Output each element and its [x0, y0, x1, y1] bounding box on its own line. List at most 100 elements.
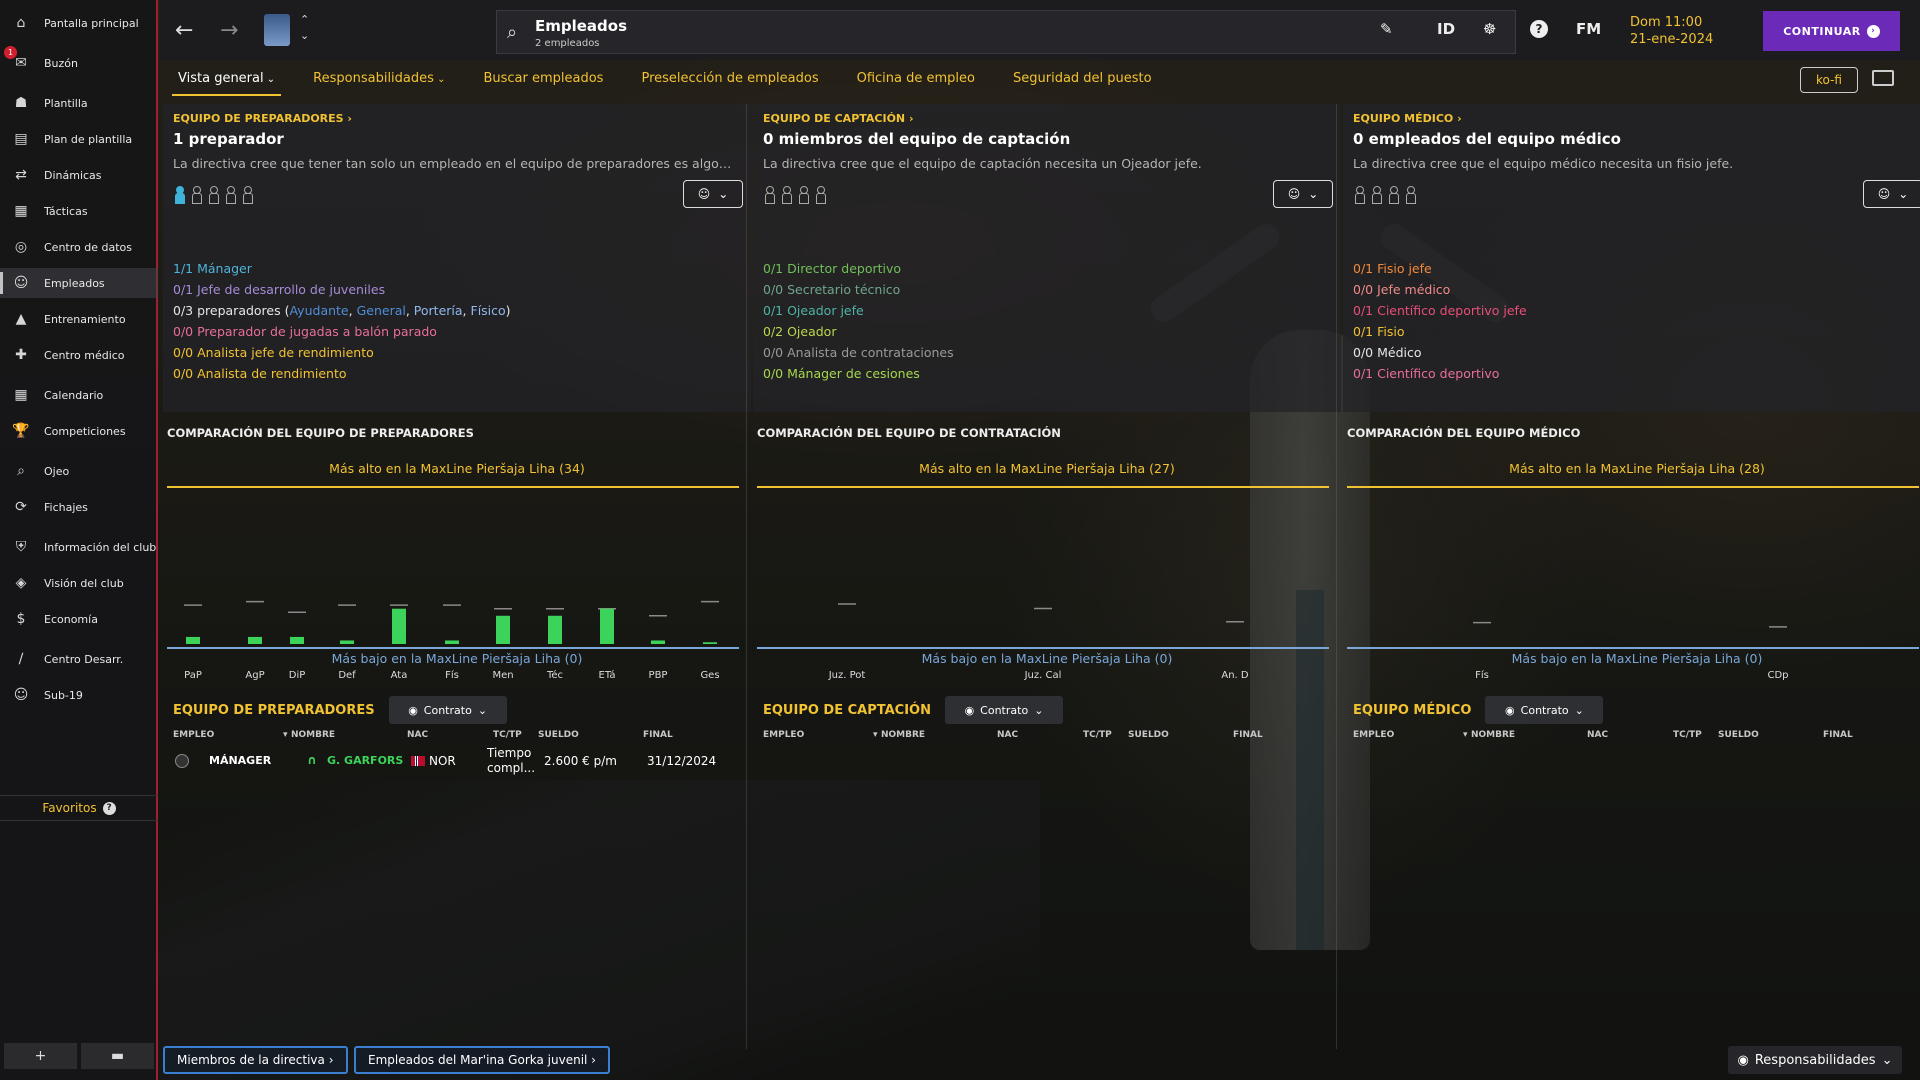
role-line[interactable]: 0/3 preparadores (Ayudante, General, Por…	[173, 300, 511, 321]
role-line[interactable]: 0/1 Fisio	[1353, 321, 1527, 342]
role-line[interactable]: 0/0 Médico	[1353, 342, 1527, 363]
chart-bar[interactable]	[248, 636, 262, 644]
game-date[interactable]: Dom 11:00 21-ene-2024	[1630, 14, 1713, 48]
column-header[interactable]: SUELDO	[1718, 730, 1759, 740]
chart-bar[interactable]	[651, 640, 665, 644]
staff-filter-dropdown[interactable]: ☺ ⌄	[1273, 180, 1333, 208]
sidebar-item-squad[interactable]: ☗ Plantilla	[0, 88, 158, 118]
column-header[interactable]: NAC	[997, 730, 1018, 740]
chart-bar[interactable]	[548, 615, 562, 644]
sidebar-item-tactics[interactable]: ▦ Tácticas	[0, 196, 158, 226]
role-line[interactable]: 0/2 Ojeador	[763, 321, 954, 342]
sidebar-item-dynamics[interactable]: ⇄ Dinámicas	[0, 160, 158, 190]
contract-view-dropdown[interactable]: ◉ Contrato ⌄	[388, 696, 507, 724]
column-header[interactable]: TC/TP	[1083, 730, 1112, 740]
column-header[interactable]: FINAL	[1823, 730, 1853, 740]
tab-1[interactable]: Responsabilidades ⌄	[307, 66, 451, 96]
sidebar-item-inbox[interactable]: ✉ Buzón 1	[0, 46, 158, 78]
sidebar-item-u19[interactable]: ☺ Sub-19	[0, 680, 158, 710]
search-bar[interactable]: ⌕ Empleados 2 empleados	[496, 10, 1516, 54]
sidebar-item-data[interactable]: ◎ Centro de datos	[0, 232, 158, 262]
club-switch-chevrons-icon[interactable]: ⌃ ⌄	[300, 12, 309, 44]
column-header[interactable]: EMPLEO	[173, 730, 214, 740]
youth-staff-button[interactable]: Empleados del Mar'ina Gorka juvenil ›	[354, 1046, 610, 1074]
contract-view-dropdown[interactable]: ◉ Contrato ⌄	[944, 696, 1063, 724]
column-header[interactable]: FINAL	[643, 730, 673, 740]
sidebar-item-development[interactable]: ∕ Centro Desarr.	[0, 644, 158, 674]
staff-filter-dropdown[interactable]: ☺ ⌄	[683, 180, 743, 208]
forward-arrow-icon[interactable]: →	[220, 18, 238, 43]
select-circle-icon[interactable]	[175, 754, 189, 768]
sidebar-item-transfers[interactable]: ⟳ Fichajes	[0, 492, 158, 522]
chart-bar[interactable]	[290, 636, 304, 644]
back-arrow-icon[interactable]: ←	[175, 18, 193, 43]
chart-bar[interactable]	[186, 636, 200, 644]
contract-view-dropdown[interactable]: ◉ Contrato ⌄	[1485, 696, 1604, 724]
column-header[interactable]: NOMBRE	[881, 730, 925, 740]
role-line[interactable]: 1/1 Mánager	[173, 258, 511, 279]
brain-icon[interactable]: ☸	[1483, 20, 1496, 38]
role-line[interactable]: 0/1 Científico deportivo	[1353, 363, 1527, 384]
sidebar-item-training[interactable]: ▲ Entrenamiento	[0, 304, 158, 334]
section-link[interactable]: EQUIPO MÉDICO ›	[1353, 112, 1462, 125]
chart-bar[interactable]	[496, 615, 510, 644]
sidebar-item-club-info[interactable]: ⛨ Información del club	[0, 532, 158, 562]
role-line[interactable]: 0/0 Preparador de jugadas a balón parado	[173, 321, 511, 342]
role-line[interactable]: 0/0 Analista de rendimiento	[173, 363, 511, 384]
monitor-icon[interactable]	[1872, 70, 1894, 86]
chart-bar[interactable]	[445, 640, 459, 644]
sidebar-item-clipboard[interactable]: ▤ Plan de plantilla	[0, 124, 158, 154]
sidebar-item-calendar[interactable]: ▦ Calendario	[0, 380, 158, 410]
column-header[interactable]: NOMBRE	[1471, 730, 1515, 740]
chart-bar[interactable]	[600, 608, 614, 644]
kofi-button[interactable]: ko-fi	[1800, 67, 1858, 93]
continue-button[interactable]: CONTINUAR ›	[1763, 11, 1900, 51]
role-line[interactable]: 0/0 Analista de contrataciones	[763, 342, 954, 363]
role-line[interactable]: 0/1 Ojeador jefe	[763, 300, 954, 321]
tab-3[interactable]: Preselección de empleados	[635, 66, 824, 96]
tab-4[interactable]: Oficina de empleo	[851, 66, 981, 96]
responsibilities-button[interactable]: ◉ Responsabilidades ⌄	[1728, 1046, 1902, 1074]
sidebar-item-club-vision[interactable]: ◈ Visión del club	[0, 568, 158, 598]
staff-filter-dropdown[interactable]: ☺ ⌄	[1863, 180, 1920, 208]
role-line[interactable]: 0/0 Analista jefe de rendimiento	[173, 342, 511, 363]
staff-name[interactable]: G. GARFORS	[327, 754, 403, 767]
role-line[interactable]: 0/0 Mánager de cesiones	[763, 363, 954, 384]
help-icon[interactable]: ?	[102, 801, 116, 815]
chart-bar[interactable]	[703, 642, 717, 644]
role-line[interactable]: 0/0 Secretario técnico	[763, 279, 954, 300]
help-icon[interactable]: ?	[1530, 20, 1548, 38]
section-link[interactable]: EQUIPO DE PREPARADORES ›	[173, 112, 352, 125]
tab-5[interactable]: Seguridad del puesto	[1007, 66, 1158, 96]
column-header[interactable]: TC/TP	[1673, 730, 1702, 740]
sidebar-item-scouting[interactable]: ⌕ Ojeo	[0, 456, 158, 486]
column-header[interactable]: EMPLEO	[763, 730, 804, 740]
table-row[interactable]: MÁNAGER G. GARFORS NOR Tiempo compl... 2.600…	[167, 746, 739, 782]
club-crest-icon[interactable]	[264, 14, 290, 46]
favorites[interactable]: Favoritos ?	[0, 795, 158, 821]
sidebar-item-medical[interactable]: ✚ Centro médico	[0, 340, 158, 370]
column-header[interactable]: SUELDO	[538, 730, 579, 740]
sidebar-item-staff[interactable]: ☺ Empleados	[0, 268, 158, 298]
board-members-button[interactable]: Miembros de la directiva ›	[163, 1046, 348, 1074]
role-line[interactable]: 0/1 Director deportivo	[763, 258, 954, 279]
folder-icon[interactable]: ▬	[81, 1043, 154, 1069]
tab-2[interactable]: Buscar empleados	[477, 66, 609, 96]
edit-icon[interactable]: ✎	[1380, 20, 1393, 38]
column-header[interactable]: FINAL	[1233, 730, 1263, 740]
role-line[interactable]: 0/0 Jefe médico	[1353, 279, 1527, 300]
section-link[interactable]: EQUIPO DE CAPTACIÓN ›	[763, 112, 914, 125]
column-header[interactable]: NAC	[407, 730, 428, 740]
fm-menu-button[interactable]: FM	[1576, 20, 1601, 38]
tab-0[interactable]: Vista general ⌄	[172, 66, 282, 96]
chart-bar[interactable]	[340, 640, 354, 644]
role-line[interactable]: 0/1 Jefe de desarrollo de juveniles	[173, 279, 511, 300]
add-icon[interactable]: +	[4, 1043, 77, 1069]
sidebar-item-finances[interactable]: $ Economía	[0, 604, 158, 634]
column-header[interactable]: TC/TP	[493, 730, 522, 740]
sidebar-item-home[interactable]: ⌂ Pantalla principal	[0, 8, 158, 38]
sidebar-item-trophy[interactable]: 🏆 Competiciones	[0, 416, 158, 446]
column-header[interactable]: SUELDO	[1128, 730, 1169, 740]
column-header[interactable]: NAC	[1587, 730, 1608, 740]
column-header[interactable]: EMPLEO	[1353, 730, 1394, 740]
